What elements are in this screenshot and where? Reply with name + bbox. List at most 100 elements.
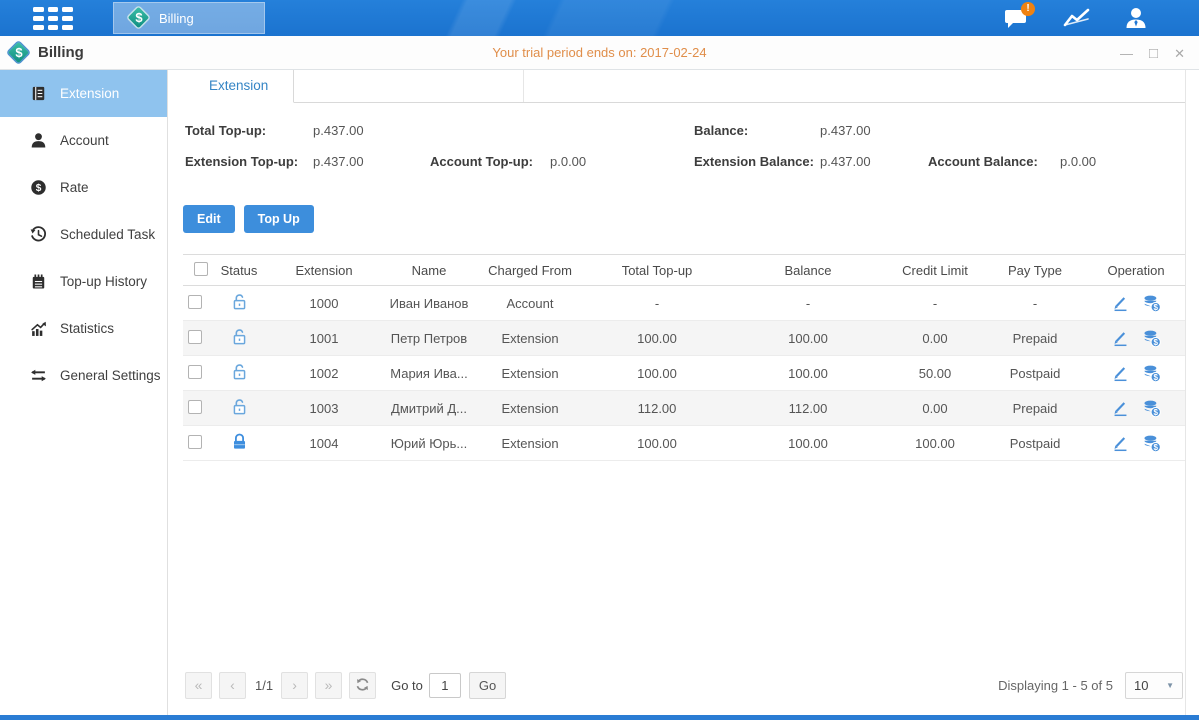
pay-type: Prepaid — [983, 401, 1087, 416]
extension-topup-label: Extension Top-up: — [185, 154, 298, 169]
first-page-button[interactable]: « — [185, 672, 212, 699]
status-lock — [213, 293, 265, 314]
table-row: 1000 Иван Иванов Account - - - - $ — [183, 286, 1185, 321]
extension-number: 1003 — [265, 401, 383, 416]
status-lock — [213, 363, 265, 384]
coins-topup-icon: $ — [1143, 330, 1161, 347]
pencil-icon — [1112, 400, 1129, 417]
topup-row-button[interactable]: $ — [1143, 365, 1161, 382]
sidebar-item-topup-history[interactable]: Top-up History — [0, 258, 167, 305]
topup-button[interactable]: Top Up — [244, 205, 314, 233]
table-row: 1004 Юрий Юрь... Extension 100.00 100.00… — [183, 426, 1185, 461]
coins-topup-icon: $ — [1143, 435, 1161, 452]
next-page-button[interactable]: › — [281, 672, 308, 699]
person-icon — [30, 132, 47, 149]
user-account-icon[interactable] — [1121, 5, 1151, 31]
monitor-chart-icon[interactable] — [1061, 5, 1091, 31]
balance: 100.00 — [729, 331, 887, 346]
extensions-table: Status Extension Name Charged From Total… — [183, 254, 1185, 461]
edit-row-button[interactable] — [1112, 330, 1129, 347]
pencil-icon — [1112, 330, 1129, 347]
pencil-icon — [1112, 365, 1129, 382]
charged-from: Extension — [475, 436, 585, 451]
pay-type: Postpaid — [983, 366, 1087, 381]
extension-topup-value: p.437.00 — [313, 154, 364, 169]
table-header: Status Extension Name Charged From Total… — [183, 254, 1185, 286]
svg-text:$: $ — [1153, 443, 1158, 452]
row-checkbox[interactable] — [188, 400, 202, 414]
notification-badge: ! — [1021, 2, 1035, 16]
charged-from: Extension — [475, 331, 585, 346]
sidebar-item-statistics[interactable]: Statistics — [0, 305, 167, 352]
sidebar-item-general-settings[interactable]: General Settings — [0, 352, 167, 399]
messages-icon[interactable]: ! — [1001, 5, 1031, 31]
credit-limit: 50.00 — [887, 366, 983, 381]
row-checkbox[interactable] — [188, 295, 202, 309]
billing-diamond-icon: $ — [8, 42, 30, 64]
close-button[interactable]: ✕ — [1174, 47, 1185, 60]
edit-row-button[interactable] — [1112, 400, 1129, 417]
row-checkbox[interactable] — [188, 330, 202, 344]
edit-row-button[interactable] — [1112, 295, 1129, 312]
extension-balance-label: Extension Balance: — [694, 154, 814, 169]
row-checkbox[interactable] — [188, 365, 202, 379]
row-checkbox[interactable] — [188, 435, 202, 449]
coins-topup-icon: $ — [1143, 400, 1161, 417]
topup-row-button[interactable]: $ — [1143, 435, 1161, 452]
status-lock — [213, 398, 265, 419]
credit-limit: 100.00 — [887, 436, 983, 451]
topup-row-button[interactable]: $ — [1143, 400, 1161, 417]
balance: 112.00 — [729, 401, 887, 416]
total-topup: 100.00 — [585, 331, 729, 346]
sidebar-item-extension[interactable]: Extension — [0, 70, 167, 117]
window-bottom-border — [0, 715, 1199, 720]
last-page-button[interactable]: » — [315, 672, 342, 699]
prev-page-button[interactable]: ‹ — [219, 672, 246, 699]
minimize-button[interactable]: — — [1120, 47, 1133, 60]
extension-name: Петр Петров — [383, 331, 475, 346]
status-lock — [213, 328, 265, 349]
unlocked-icon — [231, 328, 248, 346]
table-row: 1002 Мария Ива... Extension 100.00 100.0… — [183, 356, 1185, 391]
unlocked-icon — [231, 363, 248, 381]
account-balance-value: p.0.00 — [1060, 154, 1096, 169]
coins-topup-icon: $ — [1143, 295, 1161, 312]
edit-row-button[interactable] — [1112, 365, 1129, 382]
apps-grid-icon[interactable] — [33, 7, 73, 30]
edit-button[interactable]: Edit — [183, 205, 235, 233]
extension-number: 1002 — [265, 366, 383, 381]
maximize-button[interactable]: □ — [1149, 46, 1158, 61]
svg-text:$: $ — [1153, 303, 1158, 312]
balance-label: Balance: — [694, 123, 748, 138]
table-row: 1001 Петр Петров Extension 100.00 100.00… — [183, 321, 1185, 356]
sidebar-item-account[interactable]: Account — [0, 117, 167, 164]
total-topup: - — [585, 296, 729, 311]
unlocked-icon — [231, 293, 248, 311]
refresh-button[interactable] — [349, 672, 376, 699]
page-size-select[interactable]: 10 ▼ — [1125, 672, 1183, 699]
edit-row-button[interactable] — [1112, 435, 1129, 452]
total-topup: 100.00 — [585, 436, 729, 451]
topup-row-button[interactable]: $ — [1143, 330, 1161, 347]
trial-notice: Your trial period ends on: 2017-02-24 — [0, 45, 1199, 60]
extension-book-icon — [30, 85, 47, 102]
table-row: 1003 Дмитрий Д... Extension 112.00 112.0… — [183, 391, 1185, 426]
total-topup-value: p.437.00 — [313, 123, 364, 138]
select-all-checkbox[interactable] — [194, 262, 208, 276]
extension-number: 1000 — [265, 296, 383, 311]
extension-number: 1004 — [265, 436, 383, 451]
extension-name: Юрий Юрь... — [383, 436, 475, 451]
locked-icon — [231, 433, 248, 451]
go-button[interactable]: Go — [469, 672, 506, 699]
sidebar-item-scheduled-task[interactable]: Scheduled Task — [0, 211, 167, 258]
tab-strip-divider — [294, 70, 524, 102]
billing-diamond-icon: $ — [128, 7, 150, 29]
topbar-tab-label: Billing — [159, 11, 194, 26]
topbar-tab-billing[interactable]: $ Billing — [113, 2, 265, 34]
tab-extension[interactable]: Extension — [183, 70, 294, 103]
sidebar-item-rate[interactable]: $ Rate — [0, 164, 167, 211]
status-lock — [213, 433, 265, 454]
goto-page-input[interactable] — [429, 673, 461, 698]
extension-name: Иван Иванов — [383, 296, 475, 311]
topup-row-button[interactable]: $ — [1143, 295, 1161, 312]
